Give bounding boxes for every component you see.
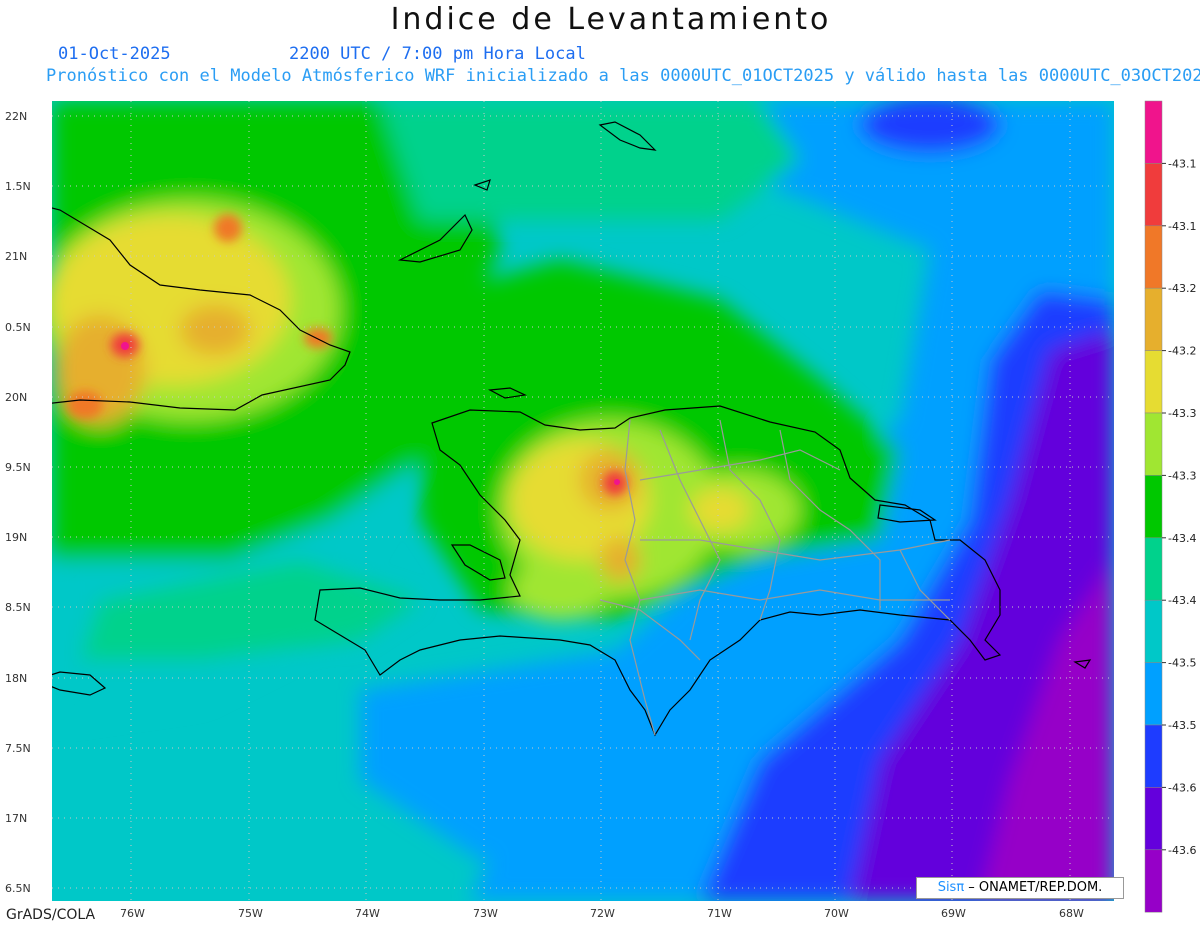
lat-label: 22N [5, 110, 28, 123]
colorbar-swatch [1144, 724, 1163, 788]
colorbar-swatch [1144, 599, 1163, 663]
colorbar: -43.1 -43.1 -43.2 -43.2 -43.3 -43.3 -43.4 -43.4… [1144, 100, 1196, 913]
colorbar-labels: -43.1 -43.1 -43.2 -43.2 -43.3 -43.3 -43.4 -43.4… [1162, 157, 1196, 857]
lon-label: 68W [1059, 907, 1084, 920]
colorbar-swatch [1144, 787, 1163, 851]
sis-logo-text: Sisπ [937, 880, 965, 895]
lon-label: 72W [590, 907, 615, 920]
colorbar-label: -43.2 [1168, 345, 1196, 358]
colorbar-swatch [1144, 100, 1163, 164]
lat-label: 7.5N [5, 742, 31, 755]
lat-label: 18N [5, 672, 28, 685]
colorbar-label: -43.6 [1168, 781, 1196, 794]
colorbar-swatch [1144, 537, 1163, 601]
colorbar-swatch [1144, 849, 1163, 913]
colorbar-label: -43.1 [1168, 157, 1196, 170]
lat-label: 9.5N [5, 461, 31, 474]
colorbar-swatches [1144, 100, 1163, 913]
lifted-index-map [52, 101, 1114, 901]
lifted-index-field [52, 101, 1114, 901]
lon-label: 76W [120, 907, 145, 920]
lat-label: 1.5N [5, 180, 31, 193]
lon-label: 75W [238, 907, 263, 920]
colorbar-swatch [1144, 163, 1163, 227]
lat-label: 6.5N [5, 882, 31, 895]
colorbar-swatch [1144, 475, 1163, 539]
grads-credit: GrADS/COLA [6, 907, 96, 923]
lon-label: 73W [473, 907, 498, 920]
colorbar-label: -43.6 [1168, 844, 1196, 857]
colorbar-label: -43.3 [1168, 469, 1196, 482]
lon-label: 70W [824, 907, 849, 920]
lon-label: 74W [355, 907, 380, 920]
colorbar-swatch [1144, 225, 1163, 289]
colorbar-label: -43.4 [1168, 594, 1196, 607]
lat-label: 0.5N [5, 321, 31, 334]
lat-label: 21N [5, 250, 28, 263]
lat-label: 8.5N [5, 601, 31, 614]
credit-box: Sisπ – ONAMET/REP.DOM. [916, 877, 1124, 899]
colorbar-swatch [1144, 662, 1163, 726]
colorbar-swatch [1144, 287, 1163, 351]
colorbar-swatch [1144, 412, 1163, 476]
lon-label: 71W [707, 907, 732, 920]
colorbar-label: -43.3 [1168, 407, 1196, 420]
colorbar-label: -43.5 [1168, 719, 1196, 732]
lon-label: 69W [941, 907, 966, 920]
colorbar-label: -43.2 [1168, 282, 1196, 295]
colorbar-label: -43.4 [1168, 532, 1196, 545]
lat-label: 19N [5, 531, 28, 544]
colorbar-label: -43.1 [1168, 220, 1196, 233]
colorbar-label: -43.5 [1168, 657, 1196, 670]
colorbar-swatch [1144, 350, 1163, 414]
lat-label: 20N [5, 391, 28, 404]
credit-org: – ONAMET/REP.DOM. [964, 880, 1103, 895]
lat-label: 17N [5, 812, 28, 825]
